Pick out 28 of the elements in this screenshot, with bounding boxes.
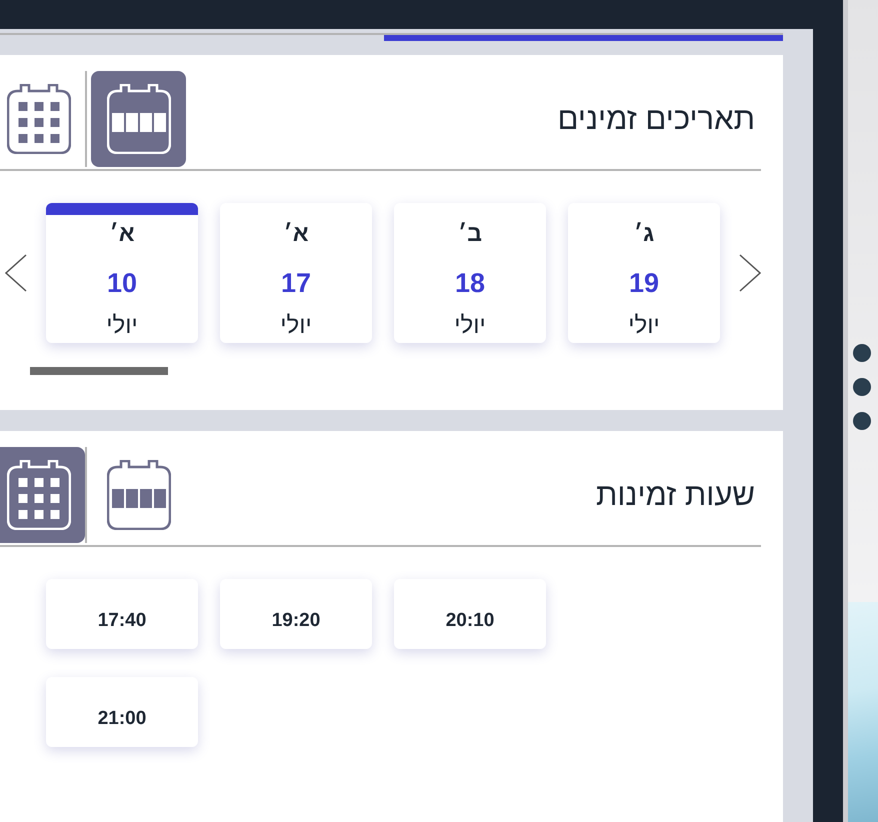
section-title: תאריכים זמינים xyxy=(558,101,755,137)
day-number: 10 xyxy=(106,267,138,300)
day-number: 18 xyxy=(454,267,486,300)
calendar-grid-icon xyxy=(6,84,70,154)
chevron-left-icon xyxy=(5,254,27,292)
day-number: 19 xyxy=(628,267,660,300)
weekday-label: ג׳ xyxy=(634,219,654,248)
calendar-week-icon xyxy=(106,460,170,530)
day-number: 17 xyxy=(280,267,312,300)
time-slot-button[interactable]: 20:10 xyxy=(394,579,546,649)
chevron-right-icon xyxy=(739,254,761,292)
month-label: יולי xyxy=(454,312,486,340)
weekday-label: ב׳ xyxy=(458,219,482,248)
grid-view-button[interactable] xyxy=(0,447,85,543)
weekday-label: א׳ xyxy=(283,219,309,248)
more-icon[interactable] xyxy=(853,344,871,430)
calendar-week-icon xyxy=(106,84,170,154)
section-title: שעות זמינות xyxy=(596,477,755,513)
time-slot-button[interactable]: 19:20 xyxy=(220,579,372,649)
time-slot-button[interactable]: 21:00 xyxy=(46,677,198,747)
calendar-grid-icon xyxy=(6,460,70,530)
time-slot-button[interactable]: 17:40 xyxy=(46,579,198,649)
scrollbar-thumb[interactable] xyxy=(30,367,168,375)
weekday-label: א׳ xyxy=(109,219,135,248)
week-view-button[interactable] xyxy=(91,71,186,167)
month-label: יולי xyxy=(628,312,660,340)
month-label: יולי xyxy=(280,312,312,340)
month-label: יולי xyxy=(106,312,138,340)
